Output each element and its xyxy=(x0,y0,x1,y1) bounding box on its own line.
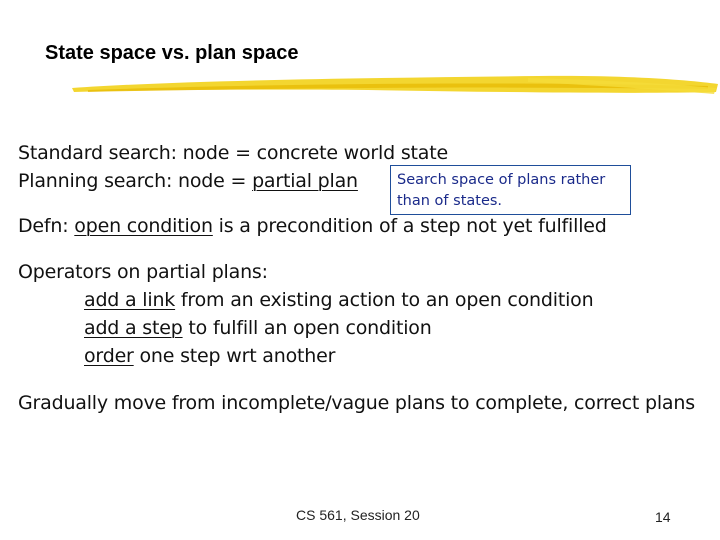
standard-search-line: Standard search: node = concrete world s… xyxy=(18,142,448,164)
gradually-line: Gradually move from incomplete/vague pla… xyxy=(18,392,695,414)
planning-search-line: Planning search: node = partial plan xyxy=(18,170,358,192)
order-term: order xyxy=(84,345,134,367)
add-a-link-term: add a link xyxy=(84,289,176,311)
open-condition-term: open condition xyxy=(74,215,213,237)
operator-order: order one step wrt another xyxy=(84,345,335,367)
defn-suffix: is a precondition of a step not yet fulf… xyxy=(212,215,607,237)
partial-plan-term: partial plan xyxy=(252,170,358,192)
slide-number: 14 xyxy=(655,509,671,525)
order-desc: one step wrt another xyxy=(133,345,336,367)
operator-add-link: add a link from an existing action to an… xyxy=(84,289,594,311)
add-a-link-desc: from an existing action to an open condi… xyxy=(175,289,594,311)
add-a-step-term: add a step xyxy=(84,317,183,339)
definition-line: Defn: open condition is a precondition o… xyxy=(18,215,607,237)
operators-heading: Operators on partial plans: xyxy=(18,261,268,283)
slide-title: State space vs. plan space xyxy=(45,42,299,64)
callout-box: Search space of plans rather than of sta… xyxy=(390,165,631,215)
add-a-step-desc: to fulfill an open condition xyxy=(182,317,432,339)
operator-add-step: add a step to fulfill an open condition xyxy=(84,317,432,339)
planning-search-prefix: Planning search: node = xyxy=(18,170,253,192)
footer-course-session: CS 561, Session 20 xyxy=(296,507,420,523)
defn-prefix: Defn: xyxy=(18,215,75,237)
title-underline-brush-stroke xyxy=(72,75,718,94)
